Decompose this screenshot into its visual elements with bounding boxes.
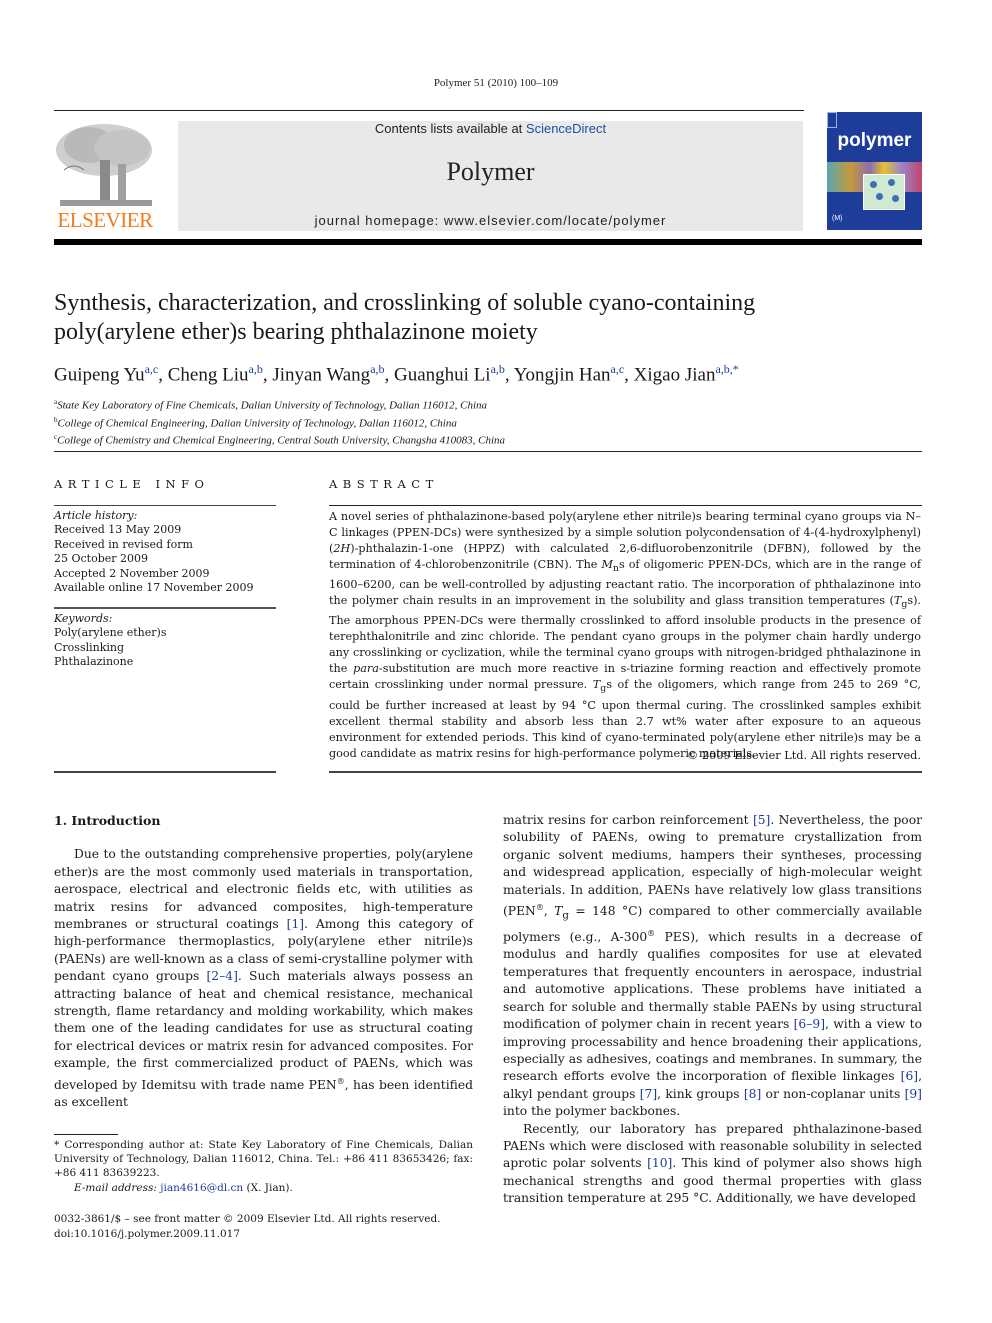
keyword: Poly(arylene ether)s [54,626,167,640]
history-item: Available online 17 November 2009 [54,581,254,595]
author-name: Guanghui Li [394,364,491,386]
divider [329,505,922,506]
section-heading-introduction: 1. Introduction [54,813,161,828]
article-info-heading: ARTICLE INFO [54,477,210,491]
cover-inset-image [863,174,905,210]
cover-dot [876,193,883,200]
body-column-left: 1. Introduction Due to the outstanding c… [54,812,473,1112]
divider [54,771,276,773]
title-line-1: Synthesis, characterization, and crossli… [54,290,756,316]
affiliation: bCollege of Chemical Engineering, Dalian… [54,415,457,430]
paragraph: Recently, our laboratory has prepared ph… [503,1121,922,1206]
history-item: 25 October 2009 [54,552,149,566]
keywords-label: Keywords: [54,612,113,625]
divider [329,771,922,773]
elsevier-wordmark: ELSEVIER [57,208,153,232]
cover-emblem-icon [827,112,837,128]
author-list: Guipeng Yua,c, Cheng Liua,b, Jinyan Wang… [54,362,739,386]
citation-link[interactable]: [9] [905,1087,922,1101]
citation-link[interactable]: [6–9] [794,1017,825,1031]
abstract-copyright: © 2009 Elsevier Ltd. All rights reserved… [687,749,921,762]
divider [54,607,276,609]
citation-link[interactable]: [5] [753,813,770,827]
cover-dot [888,179,895,186]
history-item: Received 13 May 2009 [54,523,182,537]
affiliation: aState Key Laboratory of Fine Chemicals,… [54,398,487,412]
citation-link[interactable]: [1] [287,917,304,931]
running-head: Polymer 51 (2010) 100–109 [433,77,559,89]
sciencedirect-link[interactable]: ScienceDirect [526,121,606,136]
top-rule [54,110,804,111]
front-matter: 0032-3861/$ – see front matter © 2009 El… [54,1212,473,1241]
abstract-body: A novel series of phthalazinone-based po… [329,510,922,760]
keywords: Keywords: Poly(arylene ether)s Crosslink… [54,612,276,670]
author-affil-link[interactable]: a,c [611,362,625,376]
footnote: * Corresponding author at: State Key Lab… [54,1138,473,1195]
paragraph: matrix resins for carbon reinforcement [… [503,813,923,1119]
body-column-right: matrix resins for carbon reinforcement [… [503,812,922,1208]
author-name: Guipeng Yu [54,364,145,386]
journal-homepage-link[interactable]: journal homepage: www.elsevier.com/locat… [178,213,803,228]
author-affil-link[interactable]: a,b,* [715,362,738,376]
keyword: Phthalazinone [54,655,134,669]
footnote-rule [54,1134,118,1135]
contents-line: Contents lists available at ScienceDirec… [178,121,803,136]
journal-cover[interactable]: polymer (M) [827,112,922,230]
affiliation: cCollege of Chemistry and Chemical Engin… [54,433,506,447]
history-item: Accepted 2 November 2009 [54,566,210,580]
abstract-heading: ABSTRACT [329,477,439,491]
divider [54,505,276,506]
history-label: Article history: [54,509,138,522]
doi-link[interactable]: doi:10.1016/j.polymer.2009.11.017 [54,1227,473,1242]
article-title: Synthesis, characterization, and crossli… [54,289,914,347]
citation-link[interactable]: [10] [647,1156,672,1170]
author-affil-link[interactable]: a,b [249,362,263,376]
author-affil-link[interactable]: a,b [370,362,384,376]
author-affil-link[interactable]: a,b [491,362,505,376]
author-name: Xigao Jian [633,364,716,386]
citation-link[interactable]: [6] [901,1069,918,1083]
contents-prefix: Contents lists available at [374,121,526,136]
keyword: Crosslinking [54,640,125,654]
citation-link[interactable]: [8] [744,1087,761,1101]
affiliations: aState Key Laboratory of Fine Chemicals,… [54,395,914,448]
journal-masthead: Contents lists available at ScienceDirec… [178,121,803,231]
issn-line: 0032-3861/$ – see front matter © 2009 El… [54,1213,441,1225]
elsevier-logo[interactable]: ELSEVIER [54,120,156,232]
elsevier-tree-icon [54,120,156,208]
article-history: Article history: Received 13 May 2009 Re… [54,509,276,595]
cover-dot [892,195,899,202]
author-name: Cheng Liu [167,364,249,386]
history-item: Received in revised form [54,537,193,551]
citation-link[interactable]: [7] [640,1087,657,1101]
paragraph: Due to the outstanding comprehensive pro… [54,847,474,1110]
cover-dot [870,181,877,188]
cover-badge-icon: (M) [832,215,843,222]
author-name: Yongjin Han [513,364,611,386]
citation-link[interactable]: [2–4] [207,969,238,983]
cover-title: polymer [837,130,912,151]
header-separator [54,451,922,452]
email-link[interactable]: jian4616@dl.cn [160,1182,243,1194]
email-line: E-mail address: jian4616@dl.cn (X. Jian)… [74,1181,293,1194]
author-name: Jinyan Wang [272,364,371,386]
title-line-2: poly(arylene ether)s bearing phthalazino… [54,319,538,345]
masthead-divider [54,239,922,245]
corresponding-author-note: * Corresponding author at: State Key Lab… [54,1139,473,1180]
author-affil-link[interactable]: a,c [145,362,159,376]
journal-name: Polymer [446,157,535,186]
